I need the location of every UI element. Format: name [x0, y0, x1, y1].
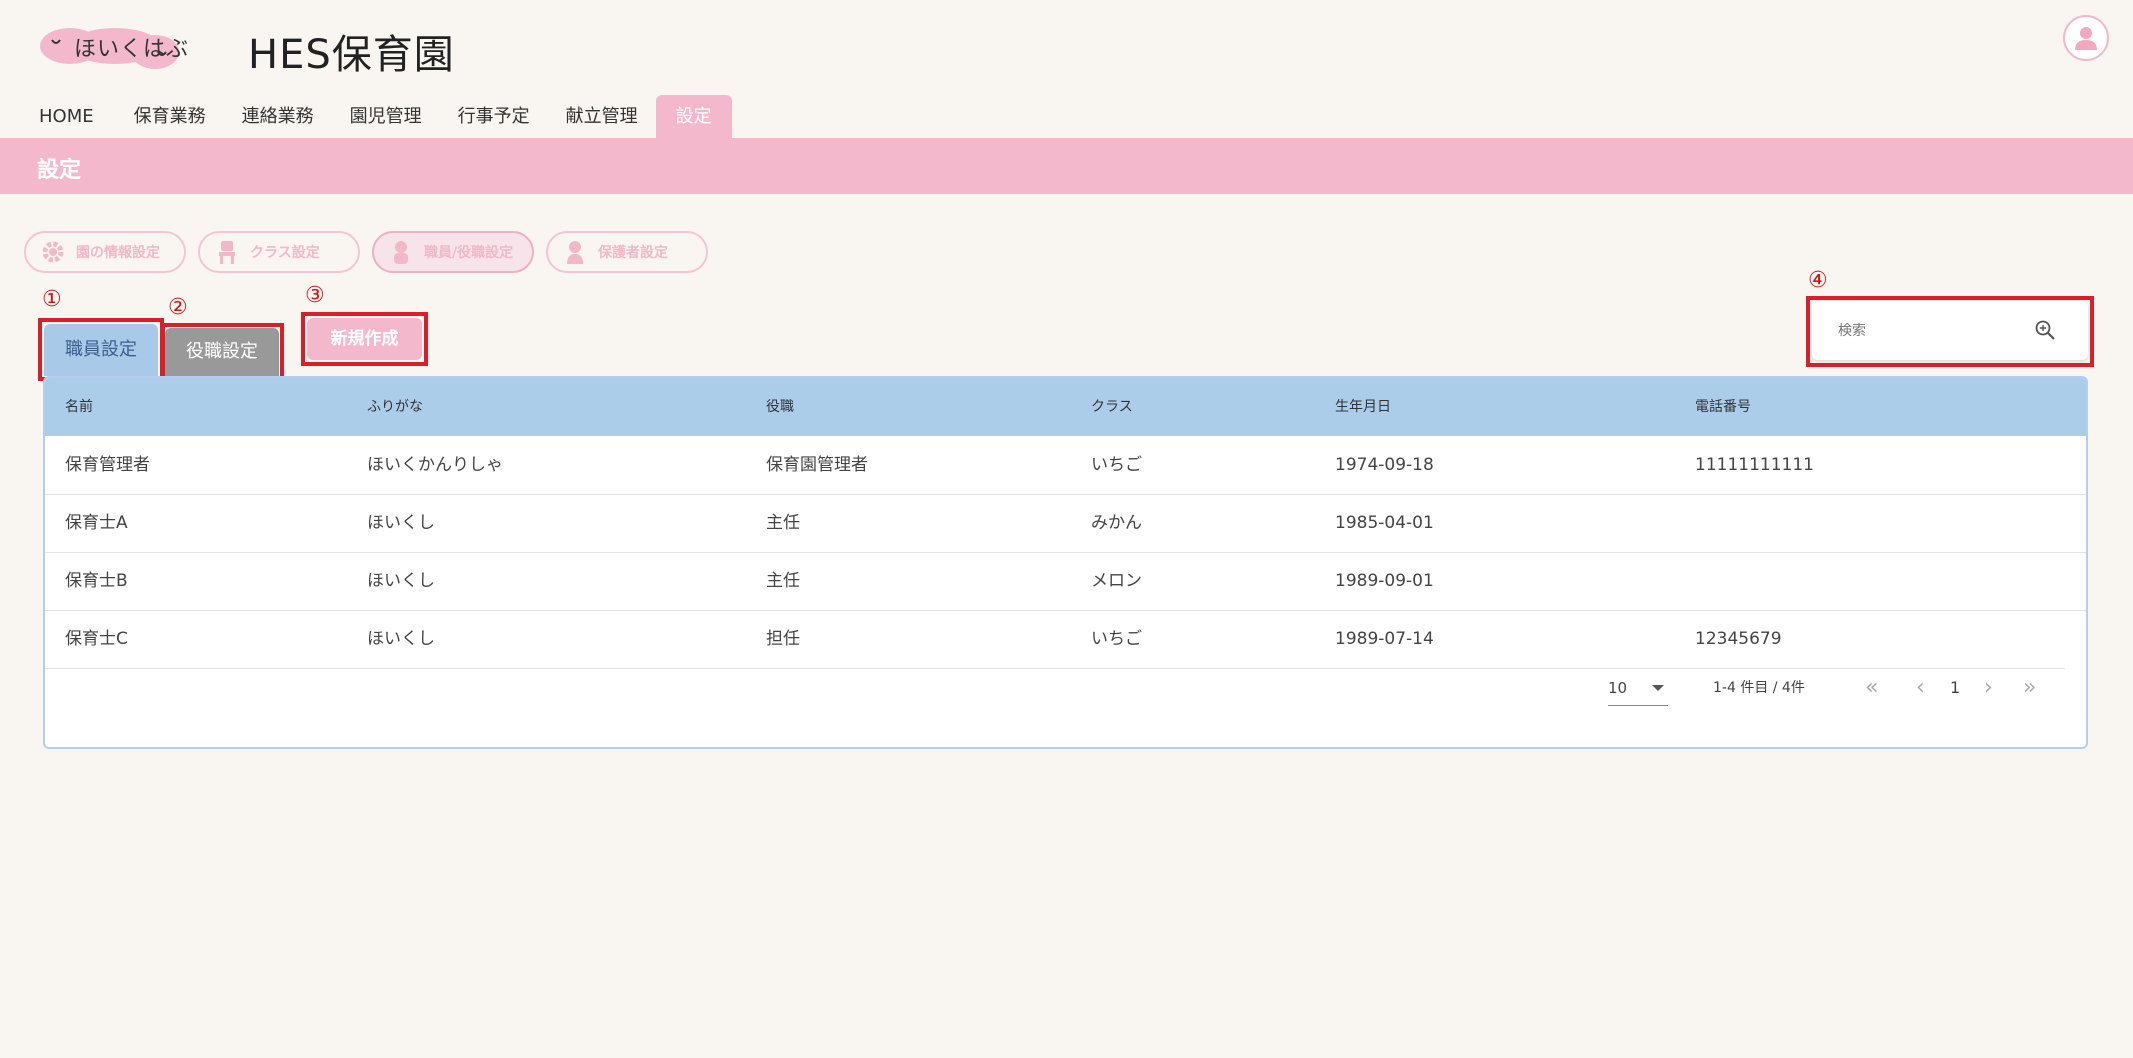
annotation-3: ③	[305, 283, 325, 308]
chair-icon	[219, 241, 235, 264]
column-header-class[interactable]: クラス	[1091, 378, 1133, 436]
cell-kana: ほいくかんりしゃ	[367, 455, 503, 475]
cell-phone: 12345679	[1695, 629, 1782, 649]
chevron-down-icon	[1652, 685, 1664, 691]
nav-settings[interactable]: 設定	[655, 95, 732, 138]
next-page-icon[interactable]: ›	[1984, 671, 1993, 705]
account-button[interactable]	[2063, 15, 2109, 61]
nav-contact[interactable]: 連絡業務	[224, 95, 332, 138]
settings-tab-label: 保護者設定	[598, 245, 668, 261]
previous-page-icon[interactable]: ‹	[1916, 671, 1925, 705]
app-logo[interactable]: ほいくはぶ	[40, 26, 188, 70]
annotation-box-3	[301, 312, 428, 366]
cell-birthday: 1985-04-01	[1335, 513, 1434, 533]
main-nav: HOME 保育業務 連絡業務 園児管理 行事予定 献立管理 設定	[0, 95, 732, 138]
cell-role: 主任	[766, 513, 800, 533]
settings-tab-label: 職員/役職設定	[424, 245, 514, 261]
pagination-range: 1-4 件目 / 4件	[1713, 680, 1805, 696]
cell-name: 保育士B	[65, 571, 128, 591]
cell-kana: ほいくし	[367, 571, 435, 591]
nav-home[interactable]: HOME	[0, 95, 116, 138]
current-page: 1	[1950, 678, 1961, 697]
nav-events[interactable]: 行事予定	[440, 95, 548, 138]
cell-class: メロン	[1091, 571, 1142, 591]
table-row[interactable]: 保育管理者 ほいくかんりしゃ 保育園管理者 いちご 1974-09-18 111…	[45, 436, 2086, 495]
cell-class: いちご	[1091, 629, 1142, 649]
table-row[interactable]: 保育士A ほいくし 主任 みかん 1985-04-01	[45, 494, 2086, 553]
table-row[interactable]: 保育士B ほいくし 主任 メロン 1989-09-01	[45, 552, 2086, 611]
rows-per-page-select[interactable]: 10	[1608, 671, 1668, 706]
nav-childcare[interactable]: 保育業務	[116, 95, 224, 138]
cell-role: 担任	[766, 629, 800, 649]
gear-icon	[42, 241, 64, 263]
cell-birthday: 1989-09-01	[1335, 571, 1434, 591]
cell-name: 保育士A	[65, 513, 128, 533]
settings-tab-school[interactable]: 園の情報設定	[24, 231, 186, 273]
annotation-1: ①	[42, 287, 62, 312]
cell-class: いちご	[1091, 455, 1142, 475]
settings-tab-label: 園の情報設定	[76, 245, 160, 261]
column-header-name[interactable]: 名前	[65, 378, 93, 436]
annotation-2: ②	[168, 295, 188, 320]
cell-name: 保育士C	[65, 629, 128, 649]
nav-menu[interactable]: 献立管理	[548, 95, 656, 138]
cell-role: 主任	[766, 571, 800, 591]
annotation-4: ④	[1808, 268, 1828, 293]
cell-name: 保育管理者	[65, 455, 150, 475]
annotation-box-2	[161, 323, 284, 381]
cell-role: 保育園管理者	[766, 455, 868, 475]
rows-per-page-value: 10	[1608, 679, 1628, 697]
page-title: 設定	[37, 158, 82, 183]
settings-tab-staff[interactable]: 職員/役職設定	[372, 231, 534, 273]
column-header-phone[interactable]: 電話番号	[1695, 378, 1751, 436]
column-header-role[interactable]: 役職	[766, 378, 794, 436]
table-header: 名前 ふりがな 役職 クラス 生年月日 電話番号	[45, 378, 2086, 436]
annotation-box-4	[1806, 296, 2094, 367]
cell-kana: ほいくし	[367, 629, 435, 649]
table-row[interactable]: 保育士C ほいくし 担任 いちご 1989-07-14 12345679	[45, 610, 2065, 669]
cell-birthday: 1989-07-14	[1335, 629, 1434, 649]
site-title: HES保育園	[248, 32, 455, 78]
settings-tab-class[interactable]: クラス設定	[198, 231, 360, 273]
cell-phone: 11111111111	[1695, 455, 1814, 475]
first-page-icon[interactable]: «	[1865, 671, 1878, 705]
guardian-icon	[567, 241, 583, 264]
cell-class: みかん	[1091, 513, 1142, 533]
last-page-icon[interactable]: »	[2023, 671, 2036, 705]
cell-kana: ほいくし	[367, 513, 435, 533]
nav-children[interactable]: 園児管理	[332, 95, 440, 138]
user-icon	[2075, 27, 2097, 50]
annotation-box-1	[38, 318, 164, 381]
column-header-kana[interactable]: ふりがな	[367, 378, 423, 436]
page-banner	[0, 138, 2133, 194]
staff-icon	[394, 241, 408, 264]
column-header-birthday[interactable]: 生年月日	[1335, 378, 1391, 436]
settings-tab-guardian[interactable]: 保護者設定	[546, 231, 708, 273]
cell-birthday: 1974-09-18	[1335, 455, 1434, 475]
logo-text: ほいくはぶ	[74, 37, 190, 62]
settings-tab-label: クラス設定	[250, 245, 320, 261]
staff-table: 名前 ふりがな 役職 クラス 生年月日 電話番号 保育管理者 ほいくかんりしゃ …	[43, 376, 2088, 749]
